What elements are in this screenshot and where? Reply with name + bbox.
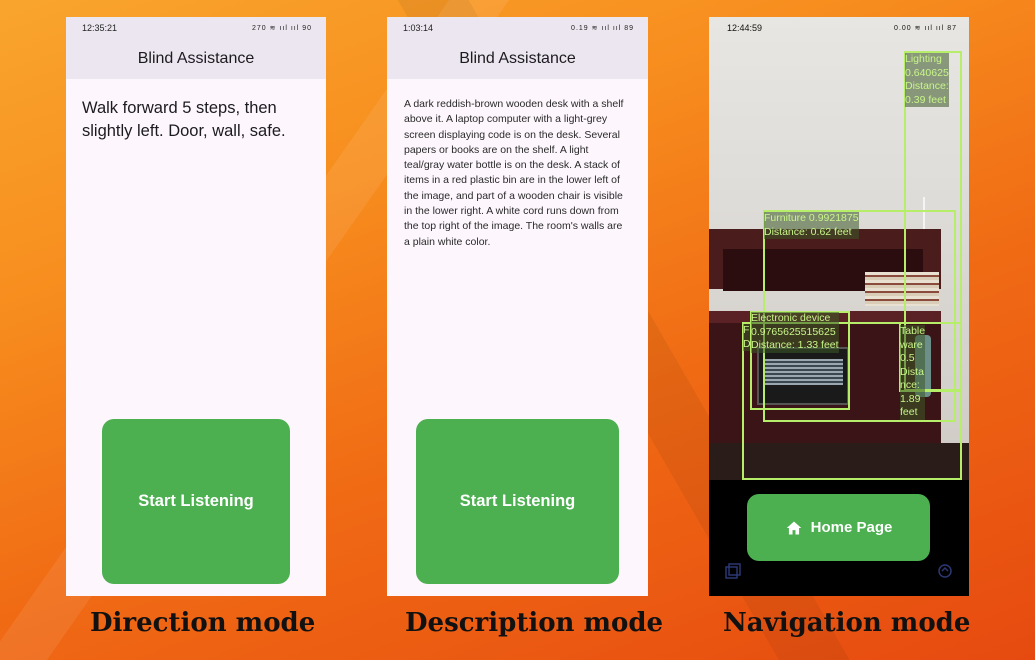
home-page-label: Home Page [810,519,893,536]
direction-text: Walk forward 5 steps, then slightly left… [82,99,286,140]
status-icons: 0.19 ≋ ııl ııl 89 [571,25,634,32]
status-time: 12:35:21 [82,23,118,33]
navigation-mode-caption: Navigation mode [723,608,971,638]
home-page-button[interactable]: Home Page [747,494,930,561]
direction-mode-caption: Direction mode [90,608,316,638]
gallery-icon[interactable] [725,563,741,579]
switch-camera-icon[interactable] [937,563,953,579]
camera-preview: Lighting 0.640625 Distance: 0.39 feet Fu… [709,17,969,480]
description-mode-caption: Description mode [405,608,664,638]
status-time: 12:44:59 [727,23,763,33]
status-icons: 270 ≋ ııl ııl 90 [252,25,312,32]
status-icons: 0.00 ≋ ııl ııl 87 [894,25,957,32]
start-listening-button[interactable]: Start Listening [416,419,619,584]
status-bar: 12:44:59 0.00 ≋ ııl ııl 87 [709,17,969,39]
home-icon [786,520,801,535]
furniture-label: Furniture 0.9921875 Distance: 0.62 feet [764,212,859,239]
navigation-mode-phone: Lighting 0.640625 Distance: 0.39 feet Fu… [709,17,969,596]
direction-mode-phone: 12:35:21 270 ≋ ııl ııl 90 Blind Assistan… [66,17,326,596]
start-listening-button[interactable]: Start Listening [102,419,290,584]
tableware-label: Table ware 0.5 Dista nce: 1.89 feet [900,325,926,420]
lighting-label: Lighting 0.640625 Distance: 0.39 feet [905,53,949,107]
electronic-device-label: Electronic device 0.9765625515625 Distan… [751,312,839,353]
status-bar: 1:03:14 0.19 ≋ ııl ııl 89 [387,17,648,39]
status-time: 1:03:14 [403,23,434,33]
status-bar: 12:35:21 270 ≋ ııl ııl 90 [66,17,326,39]
description-mode-phone: 1:03:14 0.19 ≋ ııl ııl 89 Blind Assistan… [387,17,648,596]
app-title: Blind Assistance [66,39,326,79]
description-text: A dark reddish-brown wooden desk with a … [404,98,624,248]
app-title: Blind Assistance [387,39,648,79]
